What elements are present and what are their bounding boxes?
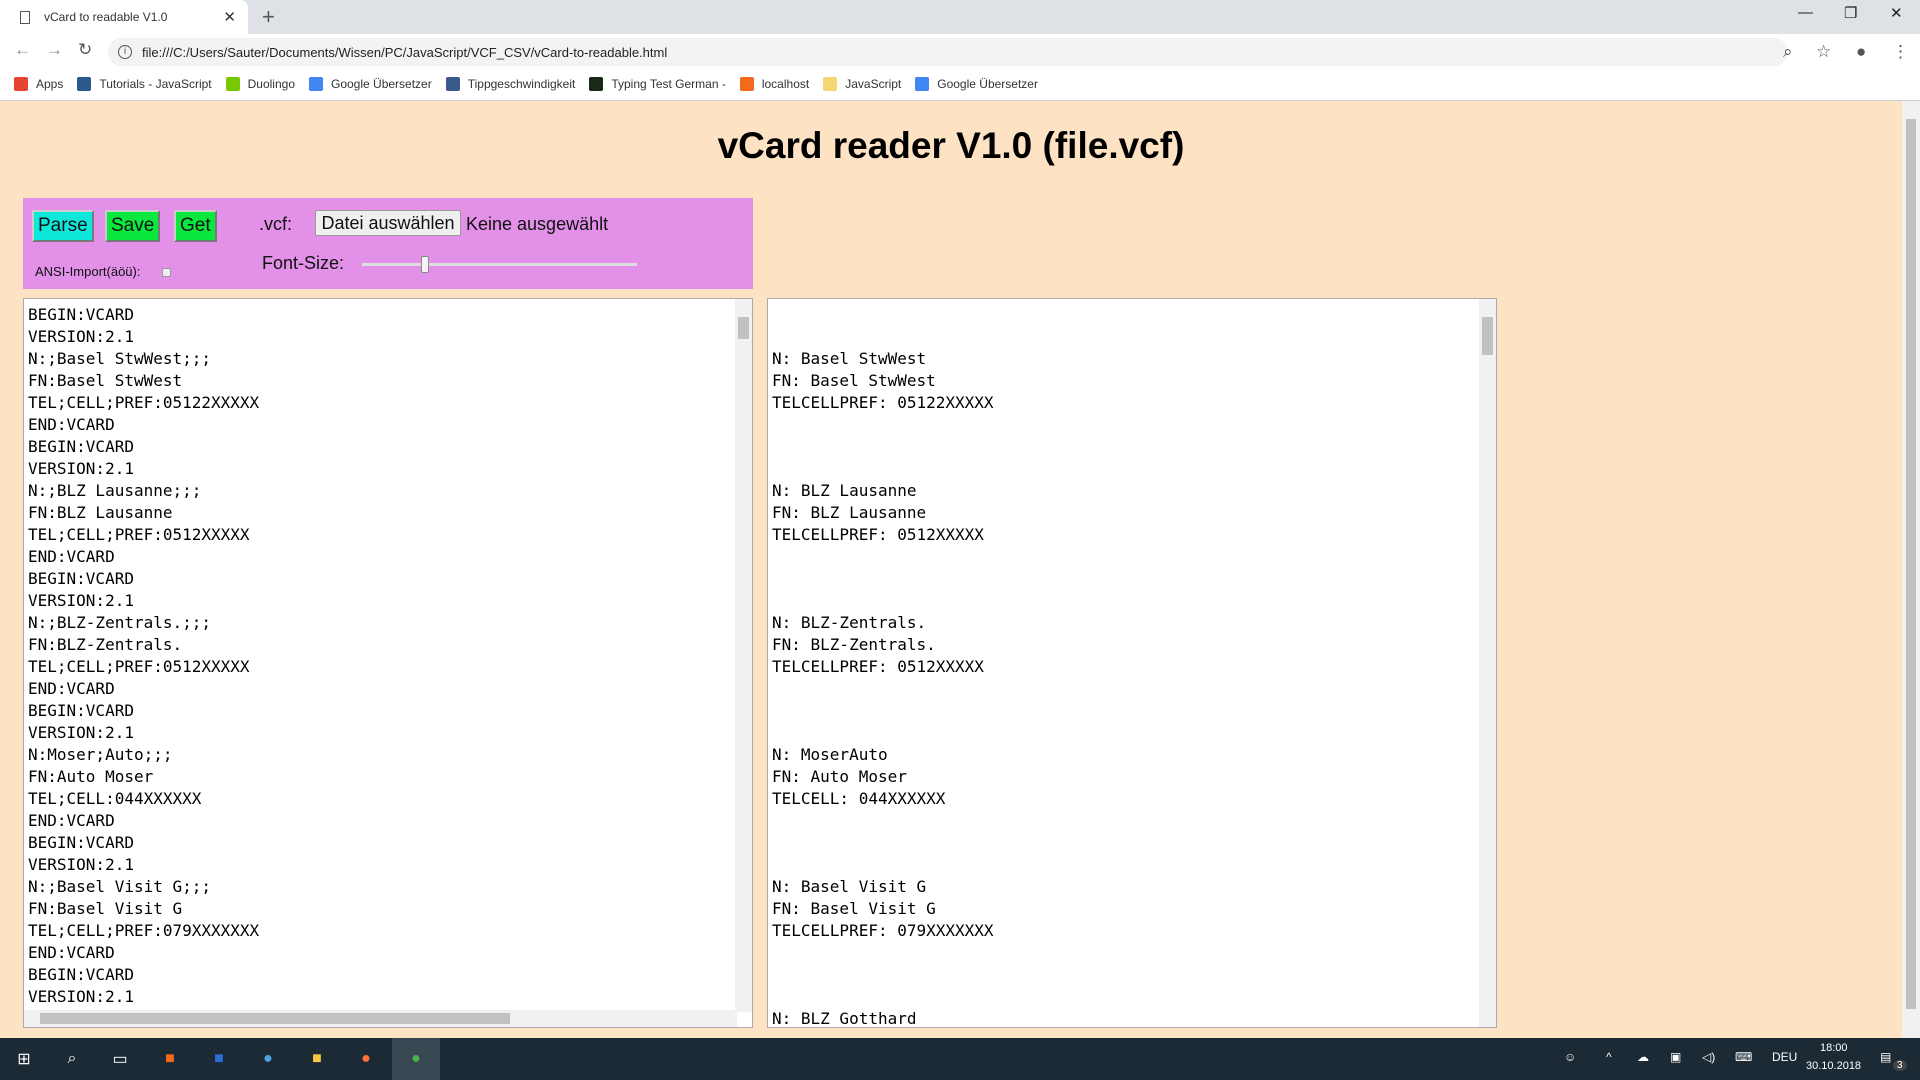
bookmark-icon — [915, 77, 930, 91]
zoom-icon[interactable]: ⌕ — [1783, 42, 1793, 62]
thunderbird-icon[interactable]: ● — [244, 1038, 292, 1080]
clock-date[interactable]: 30.10.2018 — [1806, 1060, 1861, 1072]
vcf-label: .vcf: — [259, 214, 293, 234]
bookmark-label: localhost — [761, 77, 810, 91]
forward-button[interactable]: → — [46, 40, 63, 60]
tab-title: vCard to readable V1.0 — [44, 10, 168, 24]
get-button[interactable]: Get — [174, 210, 217, 242]
bookmark-item[interactable]: Apps — [14, 77, 63, 91]
bookmark-label: Tutorials - JavaScript — [99, 77, 212, 91]
bookmark-item[interactable]: JavaScript — [823, 77, 901, 91]
info-icon[interactable]: i — [118, 45, 132, 59]
notifications-icon[interactable]: ▤ — [1880, 1050, 1891, 1064]
bookmark-icon — [14, 77, 28, 91]
onedrive-icon[interactable]: ☁ — [1637, 1050, 1649, 1064]
bookmark-icon — [77, 77, 92, 91]
keyboard-icon[interactable]: ⌨ — [1735, 1050, 1752, 1064]
bookmark-item[interactable]: Typing Test German - — [589, 77, 726, 91]
bookmark-label: Google Übersetzer — [937, 77, 1038, 91]
bookmark-label: Tippgeschwindigkeit — [467, 77, 576, 91]
bookmark-item[interactable]: Tippgeschwindigkeit — [445, 77, 576, 91]
minimize-button[interactable]: — — [1798, 4, 1813, 21]
bookmark-icon — [739, 77, 754, 91]
bookmark-icon — [309, 77, 323, 91]
input-text: BEGIN:VCARD VERSION:2.1 N:;Basel StwWest… — [28, 305, 260, 1006]
address-bar[interactable]: i file:///C:/Users/Sauter/Documents/Wiss… — [108, 38, 1788, 66]
reload-button[interactable]: ↻ — [78, 40, 92, 60]
clock-time[interactable]: 18:00 — [1820, 1042, 1848, 1054]
input-horizontal-scrollbar[interactable] — [24, 1010, 737, 1027]
choose-file-button[interactable]: Datei auswählen — [315, 210, 461, 236]
ansi-import-checkbox[interactable] — [162, 268, 171, 277]
page-icon — [20, 10, 30, 24]
taskbar: ⊞ ⌕ ▭ ■ ■ ● ■ ● ● ☺ ^ ☁ ▣ ◁) ⌨ DEU 18:00… — [0, 1038, 1920, 1080]
bookmark-icon — [445, 77, 460, 91]
tab-active[interactable]: vCard to readable V1.0 ✕ — [0, 0, 248, 34]
back-button[interactable]: ← — [14, 40, 31, 60]
task-view-icon[interactable]: ▭ — [96, 1038, 144, 1080]
bookmark-item[interactable]: Google Übersetzer — [309, 77, 432, 91]
ansi-import-label: ANSI-Import(äöü): — [35, 264, 141, 279]
show-hidden-icons[interactable]: ^ — [1606, 1050, 1612, 1064]
bookmark-label: Typing Test German - — [611, 77, 726, 91]
bookmark-label: Google Übersetzer — [331, 77, 432, 91]
people-icon[interactable]: ☺ — [1564, 1050, 1576, 1064]
new-tab-button[interactable]: + — [262, 4, 275, 30]
notification-count: 3 — [1893, 1060, 1907, 1071]
output-textarea[interactable]: N: Basel StwWest FN: Basel StwWest TELCE… — [767, 298, 1497, 1028]
bookmark-label: JavaScript — [845, 77, 902, 91]
bookmark-icon — [589, 77, 604, 91]
bookmark-label: Apps — [36, 77, 64, 91]
page-scrollbar[interactable] — [1902, 101, 1920, 1038]
close-tab-icon[interactable]: ✕ — [223, 8, 236, 26]
tab-strip: vCard to readable V1.0 ✕ + — ❐ ✕ — [0, 0, 1920, 34]
bookmark-icon — [225, 77, 240, 91]
bookmark-item[interactable]: Google Übersetzer — [915, 77, 1038, 91]
volume-icon[interactable]: ◁) — [1702, 1050, 1715, 1064]
parse-button[interactable]: Parse — [32, 210, 94, 242]
restore-button[interactable]: ❐ — [1844, 4, 1857, 22]
profile-icon[interactable]: ● — [1856, 42, 1866, 62]
bookmark-item[interactable]: localhost — [739, 77, 810, 91]
bookmark-icon — [823, 77, 838, 91]
menu-icon[interactable]: ⋮ — [1892, 42, 1909, 62]
firefox-icon[interactable]: ● — [342, 1038, 390, 1080]
file-explorer-icon[interactable]: ■ — [293, 1038, 341, 1080]
star-icon[interactable]: ☆ — [1816, 42, 1831, 62]
bookmark-item[interactable]: Tutorials - JavaScript — [77, 77, 212, 91]
input-vertical-scrollbar[interactable] — [735, 299, 752, 1012]
input-textarea[interactable]: BEGIN:VCARD VERSION:2.1 N:;Basel StwWest… — [23, 298, 753, 1028]
output-text: N: Basel StwWest FN: Basel StwWest TELCE… — [772, 349, 994, 1028]
bookmark-label: Duolingo — [247, 77, 295, 91]
network-icon[interactable]: ▣ — [1670, 1050, 1681, 1064]
file-status: Keine ausgewählt — [466, 214, 609, 234]
language-indicator[interactable]: DEU — [1772, 1050, 1797, 1064]
chrome-icon[interactable]: ● — [392, 1038, 440, 1080]
close-window-button[interactable]: ✕ — [1890, 4, 1903, 22]
save-button[interactable]: Save — [105, 210, 161, 242]
bookmark-item[interactable]: Duolingo — [225, 77, 295, 91]
powershell-icon[interactable]: ■ — [195, 1038, 243, 1080]
page-title: vCard reader V1.0 (file.vcf) — [717, 125, 1185, 166]
font-size-slider[interactable] — [362, 263, 637, 266]
search-icon[interactable]: ⌕ — [48, 1038, 96, 1080]
font-size-slider-thumb[interactable] — [420, 256, 429, 273]
start-button[interactable]: ⊞ — [0, 1038, 48, 1080]
output-vertical-scrollbar[interactable] — [1479, 299, 1496, 1027]
url-text: file:///C:/Users/Sauter/Documents/Wissen… — [142, 44, 668, 60]
bookmarks-bar: Apps Tutorials - JavaScript Duolingo Google… — [0, 68, 1920, 101]
xampp-icon[interactable]: ■ — [146, 1038, 194, 1080]
font-size-label: Font-Size: — [262, 253, 345, 273]
